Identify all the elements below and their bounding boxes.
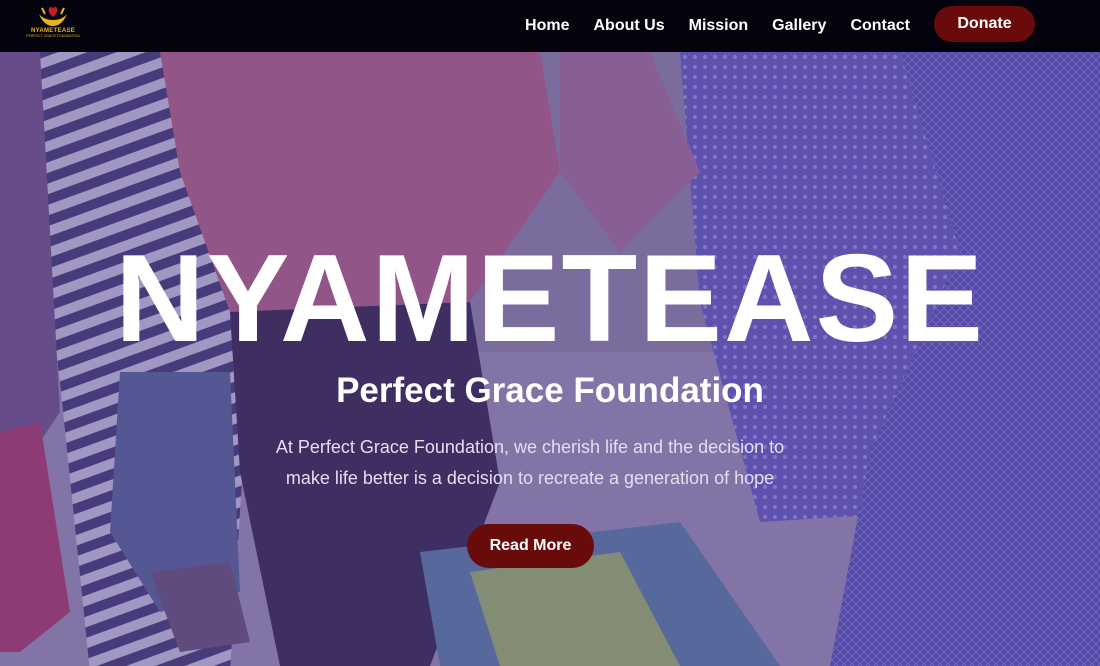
read-more-button[interactable]: Read More	[467, 524, 594, 568]
logo-tagline: PERFECT GRACE FOUNDATION	[26, 34, 80, 38]
hero-section: NYAMETEASE Perfect Grace Foundation At P…	[0, 52, 1100, 666]
hands-heart-icon	[39, 7, 67, 26]
nav-contact[interactable]: Contact	[850, 17, 910, 35]
nav-mission[interactable]: Mission	[689, 17, 749, 35]
donate-button[interactable]: Donate	[934, 6, 1035, 42]
nav-home[interactable]: Home	[525, 17, 569, 35]
nav-links: Home About Us Mission Gallery Contact	[525, 0, 910, 52]
hero-content: NYAMETEASE Perfect Grace Foundation At P…	[0, 52, 1100, 666]
hero-title: NYAMETEASE	[115, 230, 985, 368]
hero-subtitle: Perfect Grace Foundation	[336, 371, 764, 410]
page: NYAMETEASE PERFECT GRACE FOUNDATION Home…	[0, 0, 1100, 666]
nav-gallery[interactable]: Gallery	[772, 17, 826, 35]
logo[interactable]: NYAMETEASE PERFECT GRACE FOUNDATION	[26, 4, 80, 46]
hero-description: At Perfect Grace Foundation, we cherish …	[275, 437, 785, 488]
nav-about-us[interactable]: About Us	[594, 17, 665, 35]
navbar: NYAMETEASE PERFECT GRACE FOUNDATION Home…	[0, 0, 1100, 52]
